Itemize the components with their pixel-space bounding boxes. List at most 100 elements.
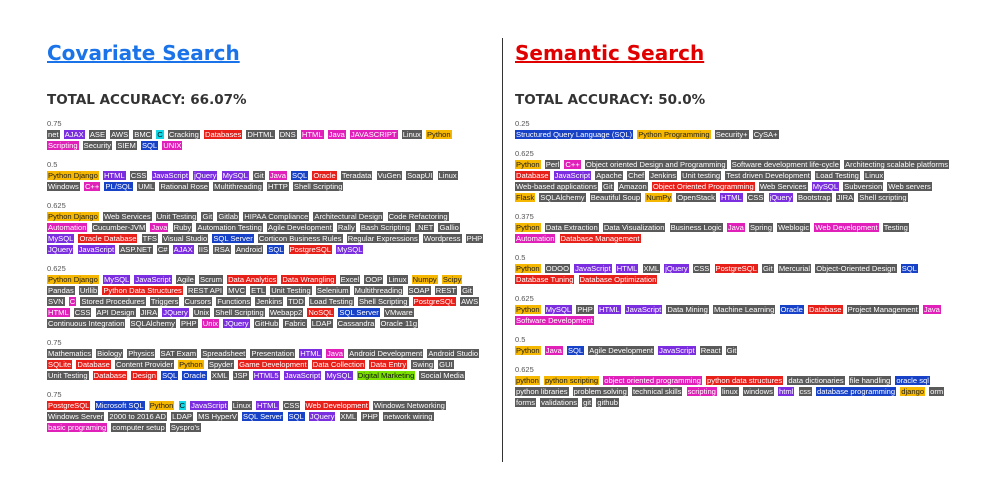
skill-tag: jQuery [768, 193, 793, 202]
skill-tag: Python Django [47, 212, 99, 221]
skill-tag: UNIX [162, 141, 183, 150]
skill-tag: VuGen [376, 171, 402, 180]
semantic-results-list: 0.25 Structured Query Language (SQL) Pyth… [515, 119, 955, 408]
skill-tag: Unix [201, 319, 219, 328]
skill-tag: MySQL [221, 171, 249, 180]
skill-tag-list: Python Django Web Services Unit Testing … [47, 211, 487, 255]
skill-tag: AJAX [63, 130, 85, 139]
skill-tag: Android Studio [427, 349, 480, 358]
skill-tag: Web Services [758, 182, 808, 191]
match-score: 0.75 [47, 338, 62, 347]
result-entry: 0.625 Python Django MySQL JavaScript Agil… [47, 264, 487, 329]
skill-tag: net [47, 130, 60, 139]
skill-tag: C [178, 401, 186, 410]
skill-tag: Testing [882, 223, 909, 232]
skill-tag: Corticon Business Rules [257, 234, 343, 243]
skill-tag: Multithreading [353, 286, 404, 295]
skill-tag: ODOO [544, 264, 570, 273]
skill-tag: DNS [278, 130, 297, 139]
skill-tag: Physics [127, 349, 156, 358]
skill-tag: Unit Testing [155, 212, 198, 221]
skill-tag-list: Python Django MySQL JavaScript Agile Scr… [47, 274, 487, 329]
skill-tag: Digital Marketing [356, 371, 416, 380]
skill-tag: Stored Procedures [80, 297, 146, 306]
skill-tag: Data Collection [311, 360, 366, 369]
skill-tag: Rational Rose [159, 182, 210, 191]
skill-tag: Agile Development [588, 346, 655, 355]
result-entry: 0.375 Python Data Extraction Data Visuali… [515, 212, 955, 244]
skill-tag: PHP [465, 234, 484, 243]
skill-tag: validations [540, 398, 578, 407]
skill-tag: Java [327, 130, 346, 139]
skill-tag: XML [339, 412, 358, 421]
skill-tag: ASP.NET [119, 245, 153, 254]
skill-tag: Content Provider [114, 360, 174, 369]
skill-tag: Continuous Integration [47, 319, 126, 328]
skill-tag: PostgreSQL [47, 401, 91, 410]
skill-tag: Java [726, 223, 745, 232]
skill-tag: SIEM [116, 141, 137, 150]
skill-tag: Object-Oriented Design [815, 264, 897, 273]
skill-tag: Automation [47, 223, 88, 232]
covariate-search-title[interactable]: Covariate Search [47, 40, 487, 70]
result-entry: 0.75 Mathematics Biology Physics SAT Exam… [47, 338, 487, 381]
skill-tag: Code Refactoring [387, 212, 449, 221]
skill-tag: Data Analytics [227, 275, 278, 284]
skill-tag: SOAP [407, 286, 431, 295]
skill-tag: .NET [415, 223, 435, 232]
skill-tag: LDAP [171, 412, 193, 421]
match-score: 0.75 [47, 119, 62, 128]
skill-tag: Python [178, 360, 204, 369]
skill-tag: ETL [250, 286, 267, 295]
skill-tag: C++ [83, 182, 101, 191]
skill-tag: JavaScript [151, 171, 189, 180]
skill-tag: Scipy [441, 275, 463, 284]
skill-tag: C [156, 130, 164, 139]
skill-tag: Shell Scripting [214, 308, 265, 317]
skill-tag: Cucumber-JVM [91, 223, 147, 232]
skill-tag: SQLAlchemy [129, 319, 176, 328]
skill-tag: Regular Expressions [346, 234, 419, 243]
result-entry: 0.5 Python Java SQL Agile Development Jav… [515, 335, 955, 356]
match-score: 0.5 [515, 253, 526, 262]
accuracy-value: 50.0% [658, 92, 706, 108]
match-score: 0.625 [515, 149, 534, 158]
skill-tag: HTML [102, 171, 126, 180]
skill-tag: Triggers [149, 297, 180, 306]
skill-tag: JavaScript [658, 346, 696, 355]
skill-tag: CSS [746, 193, 765, 202]
skill-tag: JQuery [308, 412, 336, 421]
semantic-search-title[interactable]: Semantic Search [515, 40, 955, 70]
skill-tag: Python [515, 264, 541, 273]
skill-tag: PostgreSQL [412, 297, 457, 306]
skill-tag: Web servers [887, 182, 932, 191]
skill-tag: file handling [848, 376, 892, 385]
skill-tag: Python Programming [637, 130, 711, 139]
skill-tag: PHP [180, 319, 198, 328]
skill-tag: python libraries [515, 387, 569, 396]
skill-tag: Automation [515, 234, 556, 243]
skill-tag-list: Python Java SQL Agile Development JavaSc… [515, 345, 955, 356]
skill-tag: Linux [864, 171, 885, 180]
skill-tag: Web Development [814, 223, 879, 232]
skill-tag: Java [325, 349, 345, 358]
skill-tag: SQL [267, 245, 285, 254]
skill-tag: Wordpress [422, 234, 462, 243]
skill-tag: MS HyperV [197, 412, 238, 421]
skill-tag: Excel [339, 275, 361, 284]
skill-tag: Spreadsheet [201, 349, 247, 358]
skill-tag: CSS [282, 401, 301, 410]
skill-tag: Business Logic [669, 223, 723, 232]
skill-tag: Functions [216, 297, 252, 306]
skill-tag: JavaScript [283, 371, 322, 380]
skill-tag: AWS [460, 297, 480, 306]
skill-tag: database programming [816, 387, 897, 396]
skill-tag-list: Mathematics Biology Physics SAT Exam Spr… [47, 348, 487, 381]
skill-tag: JavaScript [553, 171, 592, 180]
skill-tag: Python Django [47, 171, 99, 180]
skill-tag: JIRA [835, 193, 855, 202]
skill-tag: Databases [203, 130, 243, 139]
skill-tag: Web-based applications [515, 182, 598, 191]
skill-tag: XML [210, 371, 229, 380]
covariate-panel: Covariate Search TOTAL ACCURACY: 66.07% … [47, 0, 487, 500]
